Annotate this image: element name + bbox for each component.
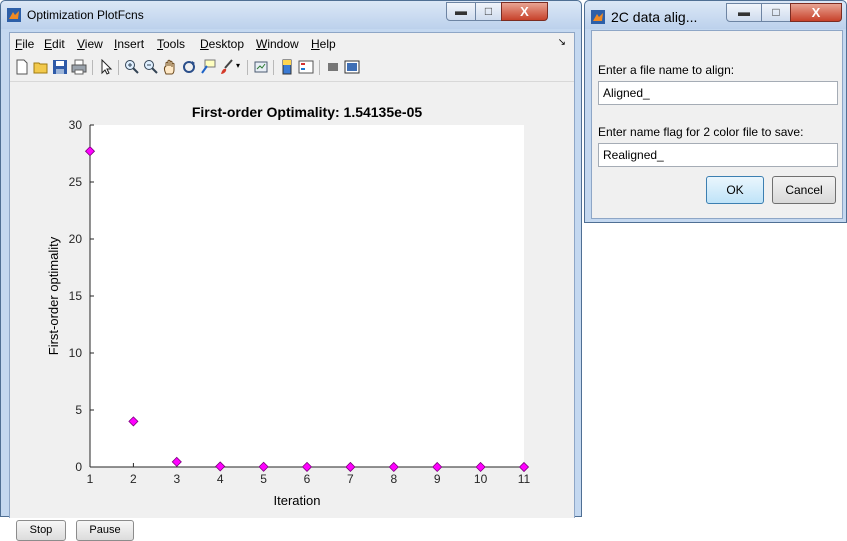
x-tick-label: 2 — [130, 472, 137, 486]
close-button[interactable]: X — [790, 3, 842, 22]
zoom-out-icon[interactable] — [143, 59, 159, 75]
link-plot-icon[interactable] — [253, 59, 269, 75]
zoom-in-icon[interactable] — [124, 59, 140, 75]
hide-plot-tools-icon[interactable] — [325, 59, 341, 75]
align-dialog: 2C data alig... ▬ □ X Enter a file name … — [584, 0, 847, 223]
dock-arrow-icon[interactable]: ↘ — [558, 37, 566, 48]
x-tick-label: 11 — [518, 472, 531, 486]
x-tick-label: 4 — [217, 472, 224, 486]
axes-background — [90, 125, 524, 467]
menu-bar: File Edit View Insert Tools Desktop Wind… — [10, 33, 574, 55]
show-plot-tools-icon[interactable] — [344, 59, 360, 75]
minimize-button[interactable]: ▬ — [446, 2, 476, 21]
stop-button[interactable]: Stop — [16, 520, 66, 541]
x-tick-label: 10 — [474, 472, 488, 486]
minimize-icon: ▬ — [738, 5, 750, 19]
brush-icon[interactable] — [219, 59, 235, 75]
ok-button[interactable]: OK — [706, 176, 764, 204]
menu-window[interactable]: Window — [256, 37, 299, 51]
menu-insert[interactable]: Insert — [114, 37, 144, 51]
colorbar-icon[interactable] — [279, 59, 295, 75]
x-tick-label: 8 — [390, 472, 397, 486]
maximize-button[interactable]: □ — [761, 3, 791, 22]
dialog-client: Enter a file name to align: Aligned_ Ent… — [591, 30, 843, 219]
menu-help[interactable]: Help — [311, 37, 336, 51]
y-tick-label: 5 — [75, 403, 82, 417]
save-flag-prompt: Enter name flag for 2 color file to save… — [598, 125, 804, 139]
cancel-button[interactable]: Cancel — [772, 176, 836, 204]
maximize-button[interactable]: □ — [475, 2, 502, 21]
x-tick-label: 3 — [173, 472, 180, 486]
dialog-title-bar[interactable]: 2C data alig... ▬ □ X — [585, 1, 846, 29]
save-flag-input[interactable]: Realigned_ — [598, 143, 838, 167]
x-tick-label: 6 — [304, 472, 311, 486]
toolbar-separator — [118, 60, 119, 75]
y-tick-label: 10 — [69, 346, 83, 360]
close-button[interactable]: X — [501, 2, 548, 21]
menu-edit[interactable]: Edit — [44, 37, 65, 51]
rotate-3d-icon[interactable] — [181, 59, 197, 75]
matlab-icon — [7, 8, 21, 22]
maximize-icon: □ — [484, 4, 493, 18]
close-icon: X — [811, 5, 821, 20]
open-file-icon[interactable] — [33, 59, 49, 75]
dialog-title: 2C data alig... — [611, 9, 698, 25]
x-tick-label: 9 — [434, 472, 441, 486]
menu-file[interactable]: File — [15, 37, 34, 51]
y-tick-label: 25 — [69, 175, 83, 189]
menu-view[interactable]: View — [77, 37, 103, 51]
print-icon[interactable] — [71, 59, 87, 75]
x-tick-label: 1 — [87, 472, 94, 486]
legend-icon[interactable] — [298, 59, 314, 75]
filename-prompt: Enter a file name to align: — [598, 63, 735, 77]
toolbar-separator — [247, 60, 248, 75]
minimize-button[interactable]: ▬ — [726, 3, 762, 22]
brush-dropdown-icon[interactable]: ▾ — [236, 61, 240, 70]
y-tick-label: 20 — [69, 232, 83, 246]
pointer-icon[interactable] — [98, 59, 114, 75]
y-axis-label: First-order optimality — [46, 236, 61, 355]
y-tick-label: 30 — [69, 118, 83, 132]
pan-icon[interactable] — [162, 59, 178, 75]
x-tick-label: 7 — [347, 472, 354, 486]
figure-title: Optimization PlotFcns — [27, 8, 144, 22]
save-icon[interactable] — [52, 59, 68, 75]
toolbar-separator — [273, 60, 274, 75]
filename-input[interactable]: Aligned_ — [598, 81, 838, 105]
maximize-icon: □ — [772, 5, 780, 19]
figure-title-bar[interactable]: Optimization PlotFcns ▬ □ X — [1, 1, 581, 29]
close-icon: X — [520, 4, 529, 19]
toolbar-separator — [319, 60, 320, 75]
new-figure-icon[interactable] — [14, 59, 30, 75]
figure-window: Optimization PlotFcns ▬ □ X File Edit Vi… — [0, 0, 582, 541]
data-cursor-icon[interactable] — [200, 59, 216, 75]
figure-client: File Edit View Insert Tools Desktop Wind… — [9, 32, 575, 541]
figure-canvas: First-order Optimality: 1.54135e-05 Iter… — [10, 82, 574, 541]
x-tick-label: 5 — [260, 472, 267, 486]
pause-button[interactable]: Pause — [76, 520, 134, 541]
menu-tools[interactable]: Tools — [157, 37, 185, 51]
figure-toolbar: ▾ — [10, 55, 574, 82]
matlab-icon — [591, 10, 605, 24]
optimality-chart: First-order Optimality: 1.54135e-05 Iter… — [46, 104, 531, 508]
menu-desktop[interactable]: Desktop — [200, 37, 244, 51]
y-tick-label: 15 — [69, 289, 83, 303]
toolbar-separator — [92, 60, 93, 75]
y-tick-label: 0 — [75, 460, 82, 474]
minimize-icon: ▬ — [455, 4, 467, 18]
chart-title: First-order Optimality: 1.54135e-05 — [192, 104, 423, 120]
x-axis-label: Iteration — [274, 493, 321, 508]
